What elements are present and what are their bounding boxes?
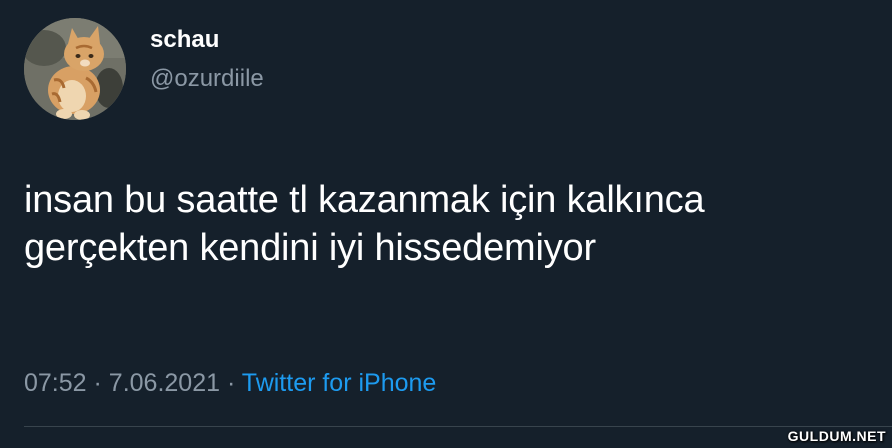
- watermark: GULDUM.NET: [787, 428, 886, 444]
- tweet-time[interactable]: 07:52: [24, 369, 87, 397]
- tweet-meta: 07:52 · 7.06.2021 · Twitter for iPhone: [24, 366, 436, 400]
- cat-avatar-icon[interactable]: [24, 18, 126, 120]
- tweet-text-line: gerçekten kendini iyi hissedemiyor: [24, 227, 596, 269]
- tweet-card: schau @ozurdiile insan bu saatte tl kaza…: [0, 0, 892, 448]
- author-names: schau @ozurdiile: [150, 25, 264, 95]
- tweet-date[interactable]: 7.06.2021: [109, 369, 220, 397]
- divider: [24, 426, 892, 427]
- meta-separator: ·: [226, 369, 236, 397]
- author-display-name[interactable]: schau: [150, 25, 264, 55]
- tweet-text: insan bu saatte tl kazanmak için kalkınc…: [24, 176, 874, 272]
- meta-separator: ·: [93, 369, 102, 397]
- tweet-text-line: insan bu saatte tl kazanmak için kalkınc…: [24, 179, 705, 221]
- tweet-source-link[interactable]: Twitter for iPhone: [242, 369, 437, 397]
- tweet-header: schau @ozurdiile: [24, 18, 264, 120]
- author-handle[interactable]: @ozurdiile: [150, 63, 264, 95]
